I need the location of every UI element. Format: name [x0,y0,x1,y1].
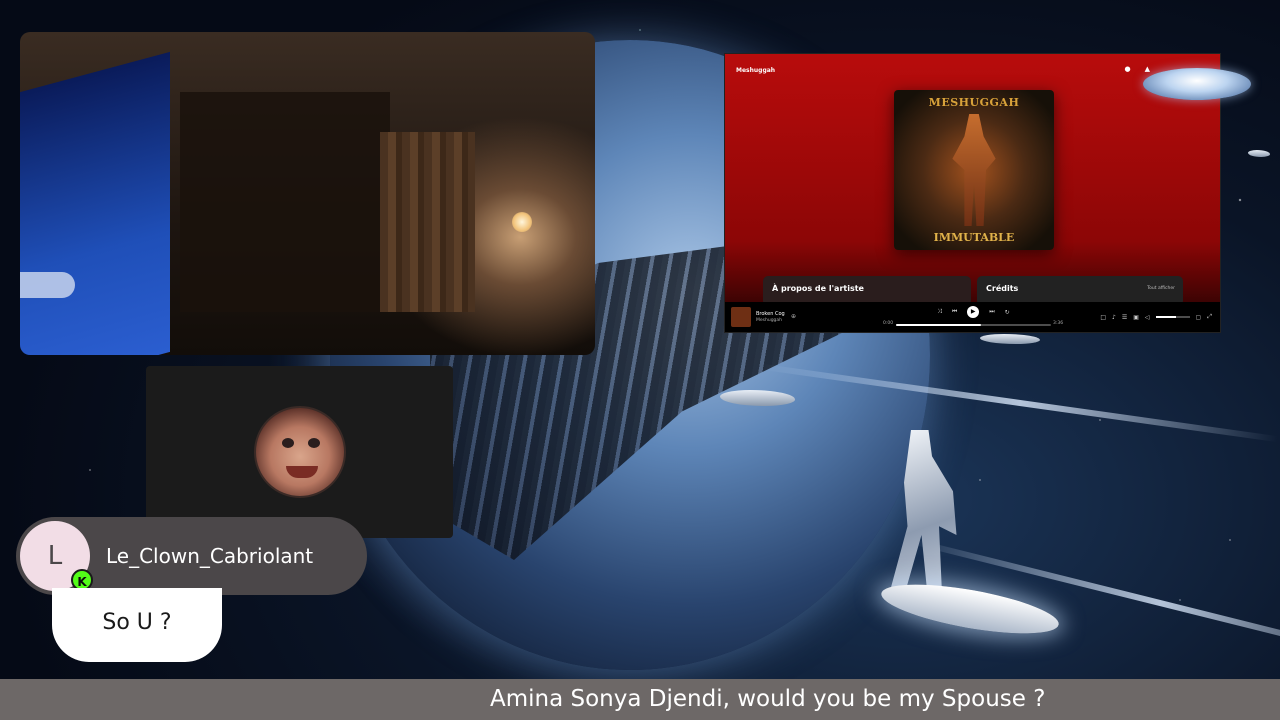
repeat-icon[interactable]: ↻ [1005,309,1010,316]
doorway [180,92,390,312]
show-all-link[interactable]: Tout afficher [1147,286,1175,291]
curtain [380,132,475,312]
lyrics-icon[interactable]: ♪ [1112,314,1116,321]
now-playing-view-icon[interactable]: □ [1100,314,1106,321]
top-icons: ● ▲ [1125,65,1151,73]
volume-icon[interactable]: ◁ [1145,314,1150,321]
progress-bar[interactable] [896,324,1051,326]
volume-slider[interactable] [1155,316,1190,318]
time-current: 0:00 [883,321,894,326]
credits-label: Crédits [986,284,1019,293]
chat-message-bubble: So U ? [52,588,222,662]
add-to-library-icon[interactable]: ⊕ [791,313,796,320]
now-playing-thumbnail[interactable] [731,307,751,327]
about-artist-label: À propos de l'artiste [772,284,864,293]
fullscreen-icon[interactable]: ⤢ [1207,313,1212,321]
play-button[interactable]: ▶ [967,306,980,318]
location-pin-icon[interactable]: ● [1125,65,1131,73]
right-controls: □ ♪ ☰ ▣ ◁ ▢ ⤢ [1100,313,1212,321]
album-art-figure [952,114,996,226]
participant-avatar [254,406,346,498]
chat-username: Le_Clown_Cabriolant [106,544,314,568]
bell-icon[interactable]: ▲ [1145,65,1150,73]
bottom-ticker: Amina Sonya Djendi, would you be my Spou… [0,679,1280,720]
miniplayer-icon[interactable]: ▢ [1196,314,1202,321]
previous-icon[interactable]: ⏮ [952,308,957,316]
partial-screen-chip [20,272,75,298]
queue-icon[interactable]: ☰ [1122,314,1127,321]
silver-surfer-figure [860,430,1010,610]
webcam-view [20,32,595,355]
playback-controls: ⤨ ⏮ ▶ ⏭ ↻ [937,306,1010,318]
ticker-text: Amina Sonya Djendi, would you be my Spou… [490,686,1046,712]
participant-tile [146,366,453,538]
spaceship [980,334,1040,344]
track-title[interactable]: Broken Cog [756,311,785,317]
band-logo: MESHUGGAH [928,96,1020,109]
chat-message-text: So U ? [102,610,172,635]
album-cover[interactable]: MESHUGGAH IMMUTABLE [894,90,1054,250]
now-playing-bar: Broken Cog Meshuggah ⊕ ⤨ ⏮ ▶ ⏭ ↻ 0:00 3:… [725,302,1220,332]
next-icon[interactable]: ⏭ [989,308,994,316]
artist-name[interactable]: Meshuggah [736,67,775,74]
lamp-light [512,212,532,232]
album-title-art: IMMUTABLE [933,231,1015,244]
connect-device-icon[interactable]: ▣ [1133,314,1139,321]
time-total: 3:36 [1053,321,1064,326]
shuffle-icon[interactable]: ⤨ [937,308,942,316]
spaceship [1248,150,1270,157]
monitor-glow [20,51,170,355]
ufo-disc [1143,68,1251,100]
track-artist[interactable]: Meshuggah [756,318,782,323]
spotify-window[interactable]: Meshuggah ● ▲ MESHUGGAH IMMUTABLE À prop… [724,53,1221,333]
